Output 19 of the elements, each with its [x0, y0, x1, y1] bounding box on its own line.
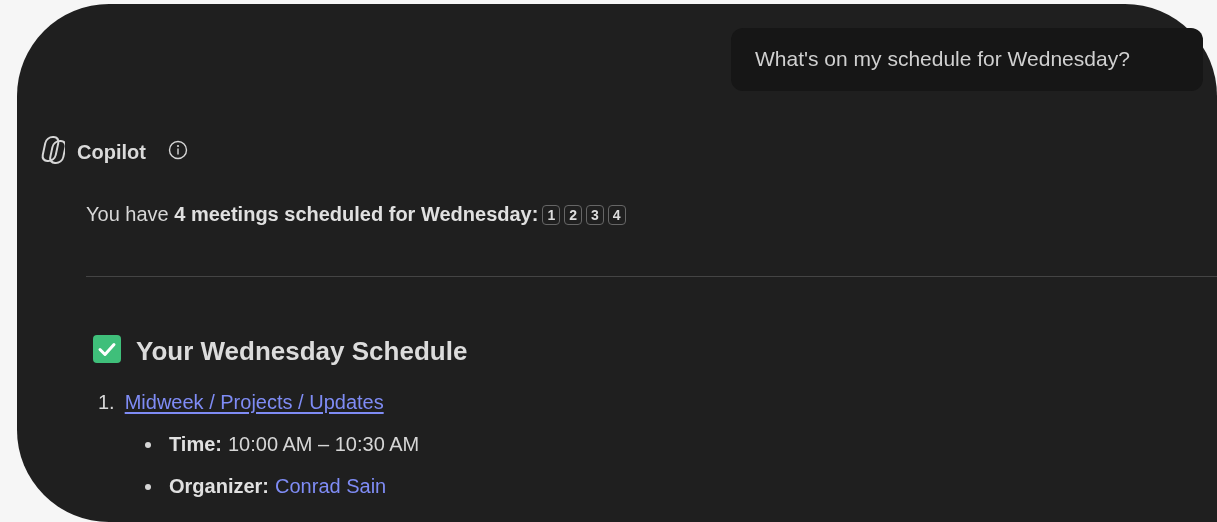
citation-link[interactable]: 2 [564, 204, 582, 225]
info-icon[interactable] [167, 140, 188, 160]
detail-label: Time: [169, 433, 222, 456]
citation-link[interactable]: 3 [586, 204, 604, 225]
assistant-name: Copilot [77, 141, 146, 164]
bullet-icon [145, 483, 151, 490]
user-message: What's on my schedule for Wednesday? [731, 28, 1203, 91]
citation-link[interactable]: 1 [542, 204, 561, 225]
bullet-icon [145, 441, 151, 448]
meeting-link[interactable]: Midweek / Projects / Updates [124, 391, 384, 414]
section-heading: Your Wednesday Schedule [136, 336, 468, 367]
citation-link[interactable]: 4 [607, 204, 626, 225]
copilot-logo-icon [39, 135, 65, 165]
detail-value: 10:00 AM – 10:30 AM [228, 433, 420, 456]
detail-label: Organizer: [169, 475, 270, 498]
person-link[interactable]: Conrad Sain [275, 475, 387, 498]
list-number: 1. [98, 391, 115, 414]
checkmark-icon [92, 334, 122, 364]
summary-text: You have 4 meetings scheduled for Wednesday: [86, 203, 539, 226]
